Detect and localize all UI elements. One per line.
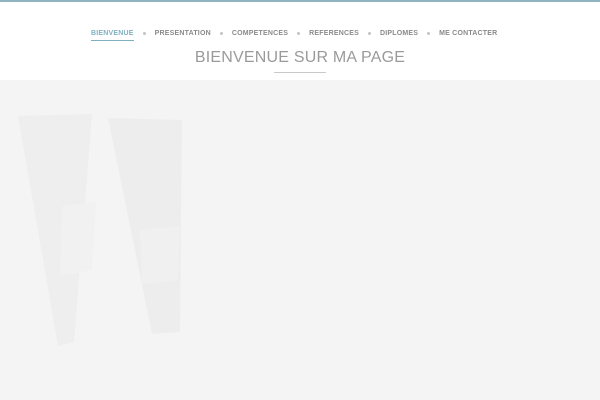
nav-item-references[interactable]: REFERENCES: [309, 30, 359, 41]
nav-separator: [219, 31, 223, 35]
nav-separator: [367, 31, 371, 35]
background-graphic: [18, 114, 182, 346]
background-shape: [108, 118, 182, 334]
nav-item-competences[interactable]: COMPETENCES: [232, 30, 288, 41]
title-underline: [274, 72, 326, 73]
nav-item-presentation[interactable]: PRESENTATION: [155, 30, 211, 41]
background-shape: [60, 202, 96, 276]
page-title: BIENVENUE SUR MA PAGE: [194, 49, 406, 66]
nav-item-diplomes[interactable]: DIPLOMES: [380, 30, 418, 41]
main-nav: BIENVENUE PRESENTATION COMPETENCES REFER…: [91, 28, 497, 42]
nav-item-bienvenue[interactable]: BIENVENUE: [91, 30, 134, 41]
background-shape: [140, 226, 180, 284]
nav-item-me-contacter[interactable]: ME CONTACTER: [439, 30, 497, 41]
nav-separator: [142, 31, 146, 35]
nav-separator: [297, 31, 301, 35]
site-header: BIENVENUE PRESENTATION COMPETENCES REFER…: [0, 2, 600, 80]
nav-separator: [427, 31, 431, 35]
main-content: [0, 80, 600, 400]
